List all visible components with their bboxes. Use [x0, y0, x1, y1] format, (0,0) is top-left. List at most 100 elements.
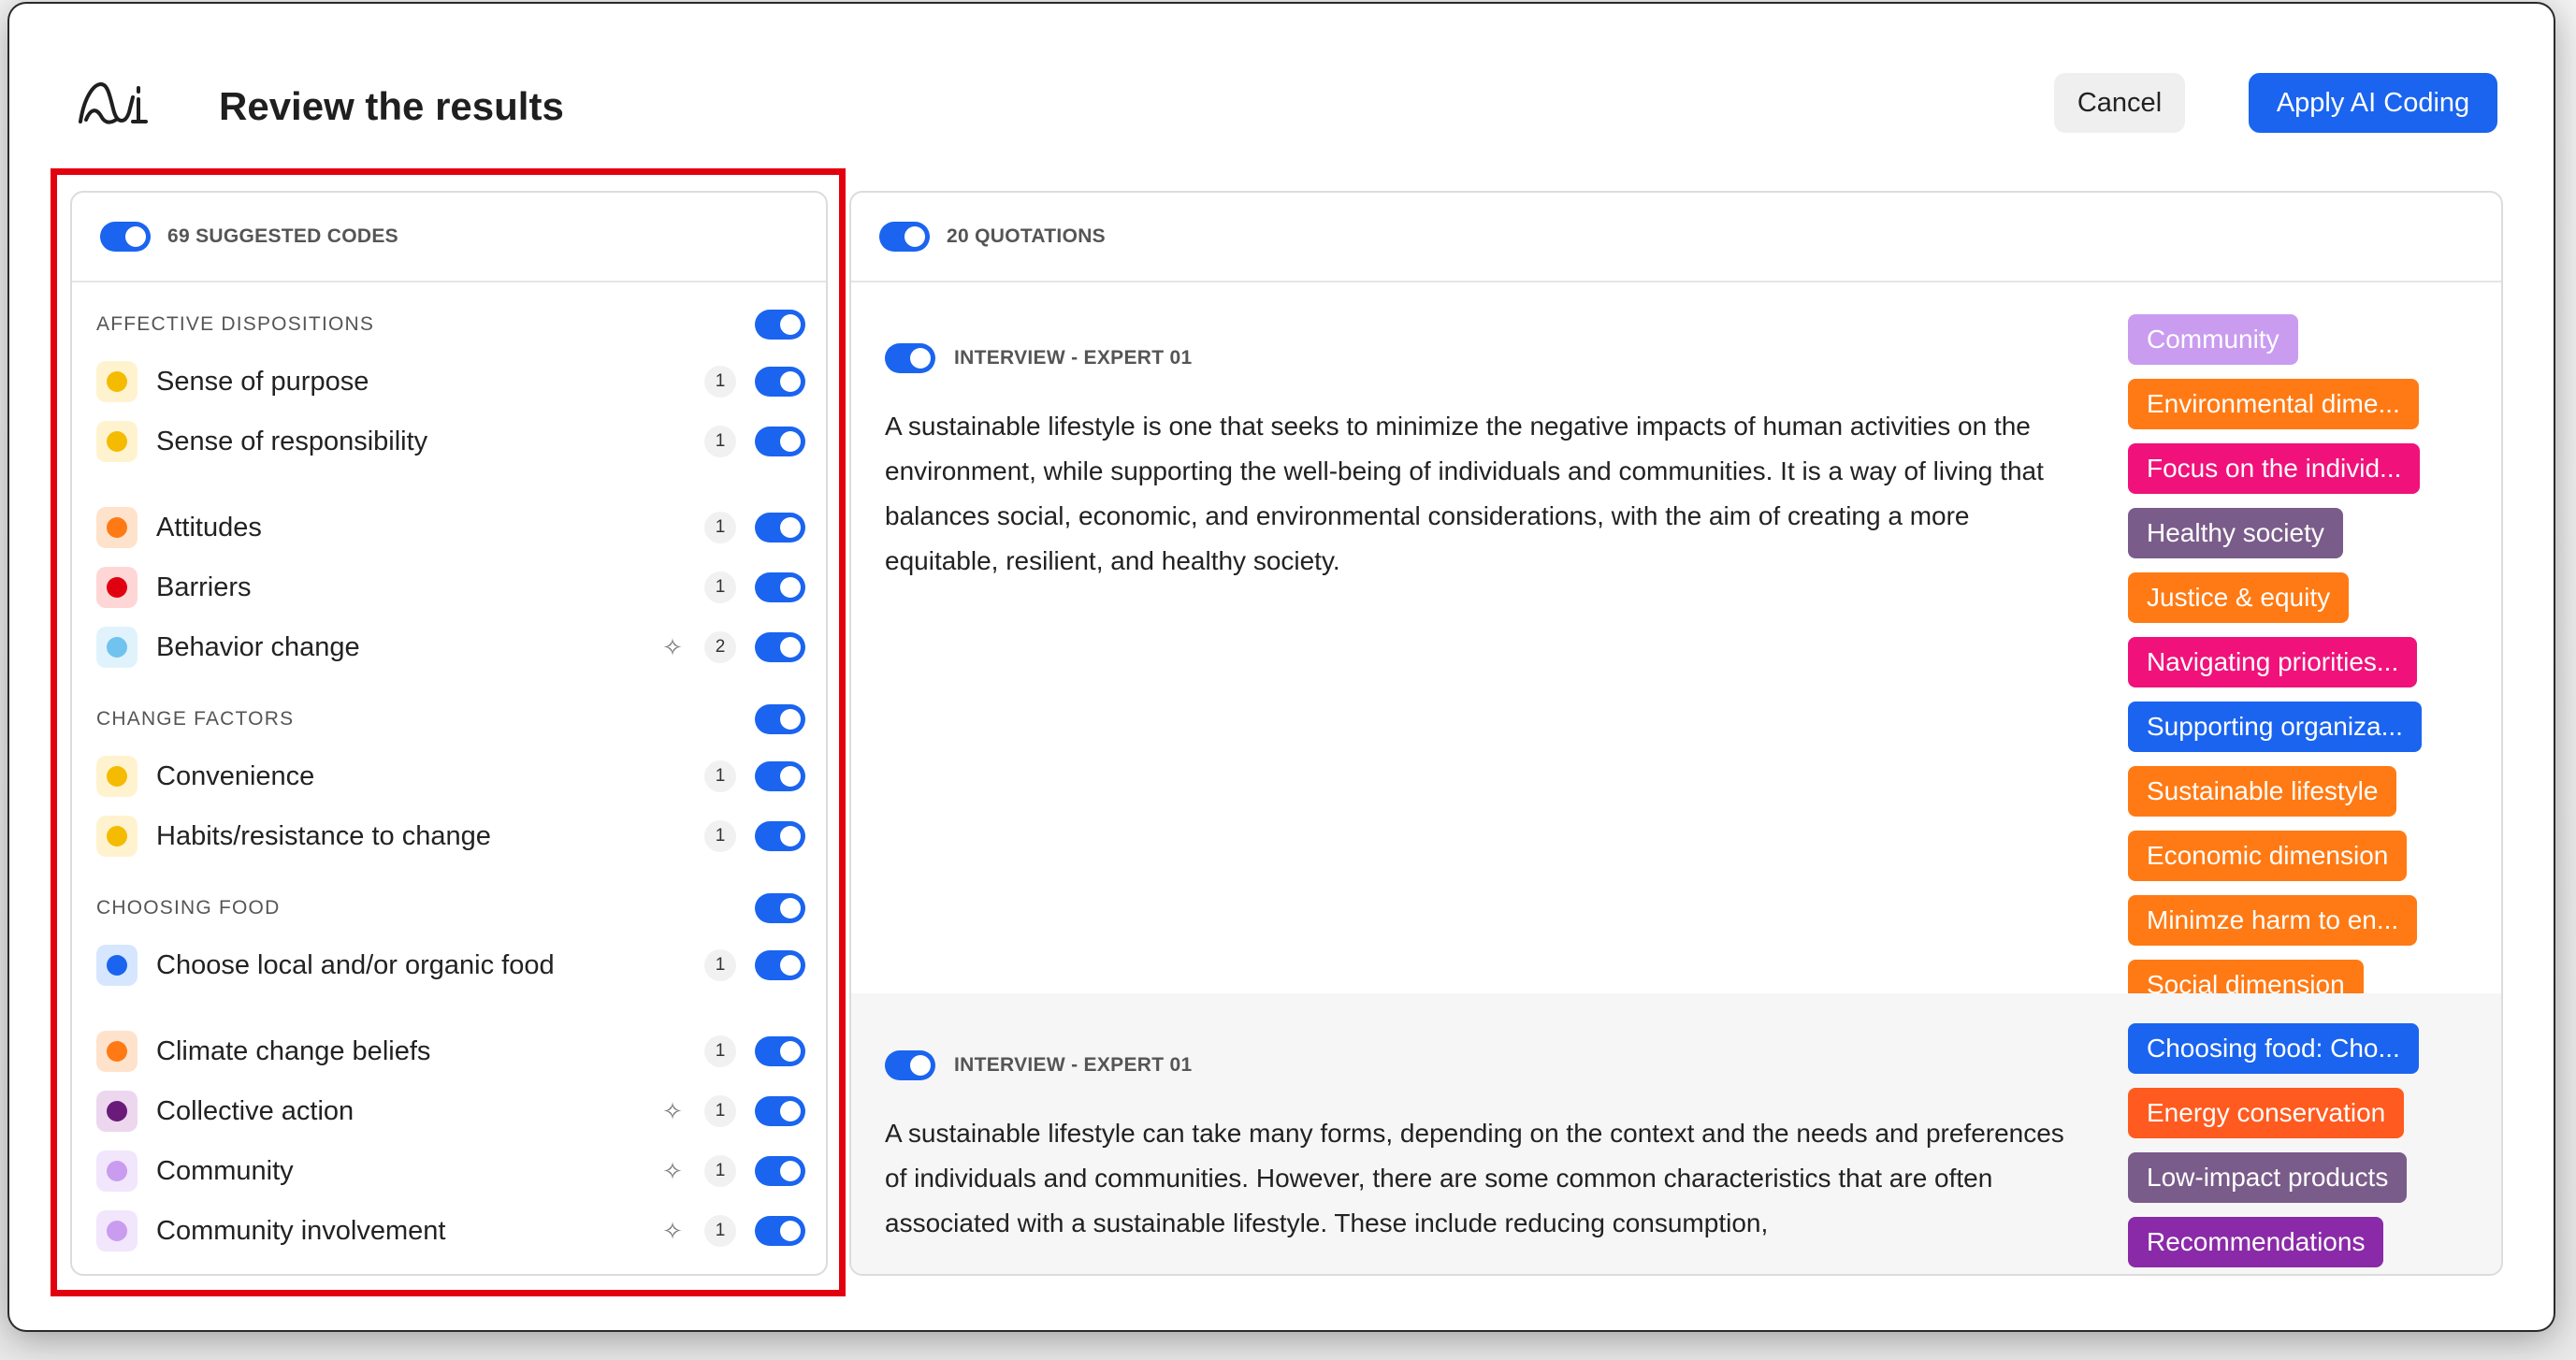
group-label: CHANGE FACTORS	[96, 708, 295, 730]
code-chip[interactable]: Energy conservation	[2128, 1088, 2405, 1138]
code-color-dot	[107, 431, 127, 452]
code-row: Collective action ✧ 1	[96, 1081, 805, 1141]
dialog-title: Review the results	[219, 84, 564, 128]
code-color-chip	[96, 945, 137, 986]
code-chip[interactable]: Environmental dime...	[2128, 379, 2419, 429]
code-toggle[interactable]	[755, 1096, 805, 1126]
suggested-codes-count: 69 SUGGESTED CODES	[167, 225, 398, 247]
code-color-dot	[107, 517, 127, 538]
code-label: Attitudes	[156, 512, 262, 543]
code-color-dot	[107, 1161, 127, 1181]
dialog-header: Review the results Cancel Apply AI Codin…	[65, 69, 2497, 144]
code-count-badge: 1	[704, 571, 736, 603]
code-chip[interactable]: Minimze harm to en...	[2128, 895, 2418, 946]
code-row: Habits/resistance to change 1	[96, 806, 805, 866]
quotation-card: INTERVIEW - EXPERT 01 A sustainable life…	[851, 993, 2501, 1274]
code-color-dot	[107, 637, 127, 658]
code-label: Barriers	[156, 571, 252, 602]
code-label: Climate change beliefs	[156, 1035, 431, 1066]
review-results-dialog: Review the results Cancel Apply AI Codin…	[9, 4, 2554, 1330]
quotation-text: A sustainable lifestyle can take many fo…	[885, 1119, 2064, 1237]
cancel-button[interactable]: Cancel	[2054, 73, 2185, 133]
group-label: CHOOSING FOOD	[96, 897, 281, 919]
code-row: Behavior change ✧ 2	[96, 617, 805, 677]
quotation-card: INTERVIEW - EXPERT 01 A sustainable life…	[851, 282, 2501, 1010]
code-label: Convenience	[156, 760, 315, 791]
code-chip[interactable]: Low-impact products	[2128, 1152, 2408, 1203]
code-toggle[interactable]	[755, 427, 805, 456]
code-toggle[interactable]	[755, 1156, 805, 1186]
code-toggle[interactable]	[755, 367, 805, 397]
code-row: Attitudes 1	[96, 498, 805, 557]
code-color-chip	[96, 421, 137, 462]
toggle-all-quotations[interactable]	[879, 222, 930, 252]
code-chip[interactable]: Sustainable lifestyle	[2128, 766, 2397, 817]
code-color-chip	[96, 756, 137, 797]
quotation-toggle[interactable]	[885, 343, 935, 373]
code-label: Habits/resistance to change	[156, 820, 491, 851]
code-group-header: CHOOSING FOOD	[96, 881, 805, 935]
code-row: Climate change beliefs 1	[96, 1021, 805, 1081]
toggle-all-codes[interactable]	[100, 222, 151, 252]
code-chip[interactable]: Justice & equity	[2128, 572, 2350, 623]
code-color-dot	[107, 371, 127, 392]
code-toggle[interactable]	[755, 950, 805, 980]
quotation-text: A sustainable lifestyle is one that seek…	[885, 412, 2044, 575]
code-toggle[interactable]	[755, 1216, 805, 1246]
code-label: Sense of purpose	[156, 366, 369, 397]
code-toggle[interactable]	[755, 572, 805, 602]
code-row: Community ✧ 1	[96, 1141, 805, 1201]
quotation-toggle[interactable]	[885, 1050, 935, 1080]
code-color-chip	[96, 816, 137, 857]
group-toggle[interactable]	[755, 310, 805, 340]
ai-sparkle-icon: ✧	[662, 632, 683, 661]
suggested-codes-panel: 69 SUGGESTED CODES AFFECTIVE DISPOSITION…	[70, 191, 828, 1276]
ai-logo-icon	[79, 81, 148, 124]
code-count-badge: 1	[704, 949, 736, 981]
code-row: Sense of responsibility 1	[96, 412, 805, 471]
code-color-chip	[96, 1091, 137, 1132]
code-group-header: AFFECTIVE DISPOSITIONS	[96, 297, 805, 352]
code-label: Community	[156, 1155, 294, 1186]
code-toggle[interactable]	[755, 821, 805, 851]
group-toggle[interactable]	[755, 893, 805, 923]
code-chip[interactable]: Focus on the individ...	[2128, 443, 2421, 494]
code-row: Barriers 1	[96, 557, 805, 617]
code-count-badge: 1	[704, 820, 736, 852]
code-count-badge: 1	[704, 426, 736, 457]
code-color-chip	[96, 627, 137, 668]
codes-list: AFFECTIVE DISPOSITIONS Sense of purpose …	[72, 297, 826, 1261]
code-count-badge: 2	[704, 631, 736, 663]
code-toggle[interactable]	[755, 761, 805, 791]
group-toggle[interactable]	[755, 704, 805, 734]
code-color-dot	[107, 1041, 127, 1062]
code-chip[interactable]: Community	[2128, 314, 2298, 365]
quotation-source: INTERVIEW - EXPERT 01	[954, 1054, 1193, 1076]
code-chip[interactable]: Recommendations	[2128, 1217, 2384, 1267]
code-chips: Community Environmental dime... Focus on t…	[2128, 314, 2474, 1024]
code-chip[interactable]: Healthy society	[2128, 508, 2343, 558]
code-count-badge: 1	[704, 760, 736, 792]
code-toggle[interactable]	[755, 1036, 805, 1066]
apply-ai-coding-button[interactable]: Apply AI Coding	[2249, 73, 2497, 133]
code-color-chip	[96, 567, 137, 608]
code-chip[interactable]: Choosing food: Cho...	[2128, 1023, 2419, 1074]
code-color-dot	[107, 766, 127, 787]
code-count-badge: 1	[704, 1035, 736, 1067]
code-count-badge: 1	[704, 512, 736, 543]
code-count-badge: 1	[704, 366, 736, 398]
ai-sparkle-icon: ✧	[662, 1216, 683, 1245]
quotations-header: 20 QUOTATIONS	[851, 193, 2501, 282]
code-color-chip	[96, 361, 137, 402]
code-toggle[interactable]	[755, 632, 805, 662]
code-label: Choose local and/or organic food	[156, 949, 555, 980]
code-toggle[interactable]	[755, 513, 805, 543]
code-group-header: CHANGE FACTORS	[96, 692, 805, 746]
ai-sparkle-icon: ✧	[662, 1096, 683, 1125]
group-label: AFFECTIVE DISPOSITIONS	[96, 313, 375, 335]
code-chip[interactable]: Navigating priorities...	[2128, 637, 2418, 687]
code-chips: Choosing food: Cho... Energy conservation…	[2128, 1023, 2474, 1274]
code-chip[interactable]: Supporting organiza...	[2128, 702, 2422, 752]
code-chip[interactable]: Economic dimension	[2128, 831, 2408, 881]
code-color-dot	[107, 955, 127, 976]
